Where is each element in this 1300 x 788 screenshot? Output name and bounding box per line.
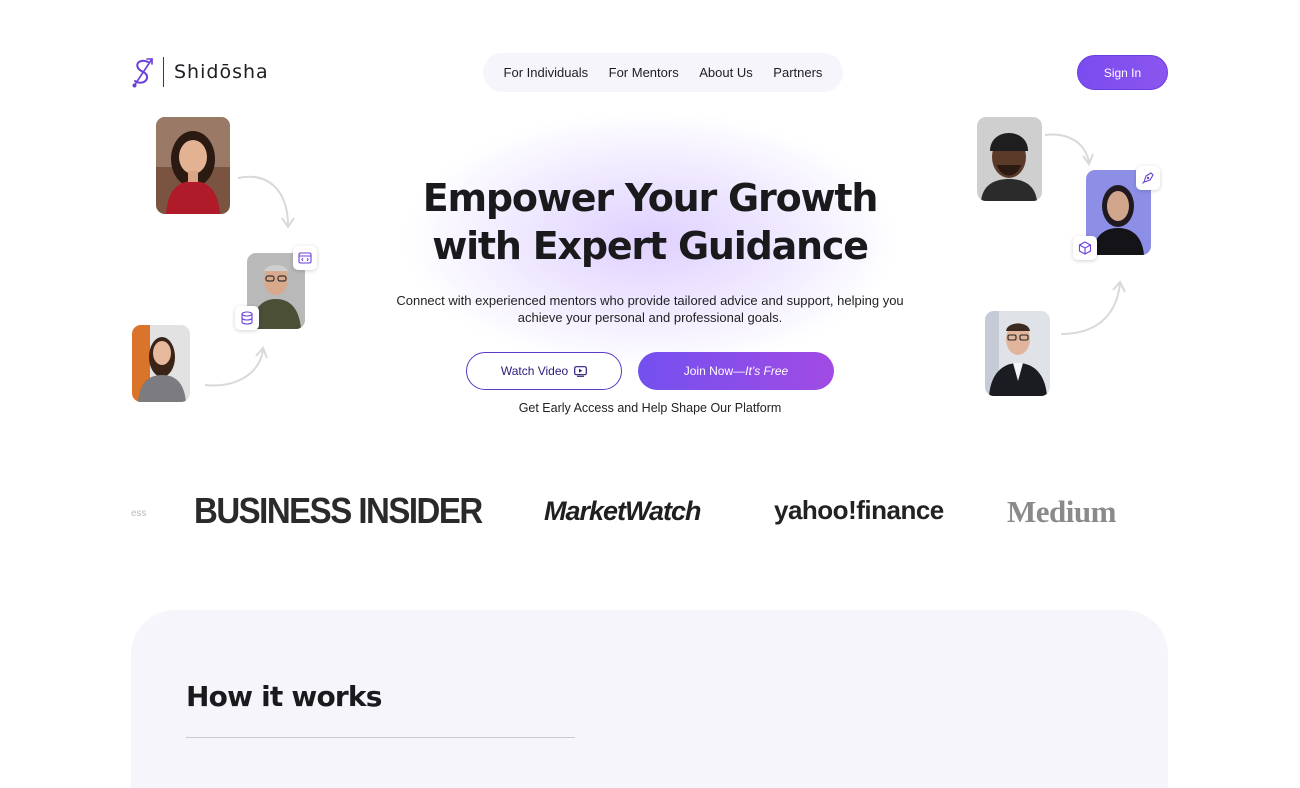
mentor-avatar-woman-red [156,117,230,214]
watch-video-label: Watch Video [500,364,569,378]
how-it-works-section: How it works [131,610,1168,788]
join-now-label: Join Now [683,364,734,378]
mentor-avatar-woman-grey [132,325,190,402]
section-divider [186,737,575,738]
database-icon [241,311,253,325]
brand-logo[interactable]: Shidōsha [131,56,269,88]
sign-in-button[interactable]: Sign In [1077,55,1168,90]
curved-arrow-4 [1060,280,1126,335]
database-chip [235,306,259,330]
hero-title: Empower Your Growth with Expert Guidance [350,174,950,270]
hero-subtitle: Connect with experienced mentors who pro… [396,293,904,325]
code-window-chip [293,246,317,270]
nav-item-mentors[interactable]: For Mentors [609,65,679,80]
pen-nib-icon [1142,172,1154,184]
how-it-works-title: How it works [186,680,382,713]
mentor-avatar-man-suit [985,311,1050,396]
cube-chip [1073,236,1097,260]
shidosha-logo-icon [132,58,153,88]
business-insider-logo: BUSINESS INSIDER [194,490,483,531]
pen-nib-chip [1136,166,1160,190]
play-screen-icon [574,365,588,377]
curved-arrow-3 [1044,133,1094,167]
code-window-icon [298,252,312,264]
hero-title-line-1: Empower Your Growth [422,176,879,220]
medium-logo: Medium [1007,494,1116,529]
join-now-button[interactable]: Join Now —It’s Free [638,352,834,390]
press-logo-strip: ess BUSINESS INSIDER MarketWatch yahoo!f… [131,490,1131,540]
brand-name: Shidōsha [174,61,269,83]
cube-icon [1078,241,1092,255]
early-access-text: Get Early Access and Help Shape Our Plat… [518,401,782,415]
nav-item-about[interactable]: About Us [699,65,752,80]
watch-video-button[interactable]: Watch Video [466,352,622,390]
hero-title-line-2: with Expert Guidance [432,224,869,268]
marketwatch-logo: MarketWatch [544,496,702,526]
nav-item-individuals[interactable]: For Individuals [504,65,589,80]
yahoo-finance-logo: yahoo!finance [774,495,944,525]
mentor-avatar-man-beanie [977,117,1042,201]
press-logo-partial: ess [131,508,147,519]
curved-arrow-1 [237,175,295,229]
nav-item-partners[interactable]: Partners [773,65,822,80]
logo-divider [163,57,164,87]
join-now-emphasis: —It’s Free [733,364,789,378]
curved-arrow-2 [204,346,268,387]
main-nav: For Individuals For Mentors About Us Par… [483,53,843,92]
